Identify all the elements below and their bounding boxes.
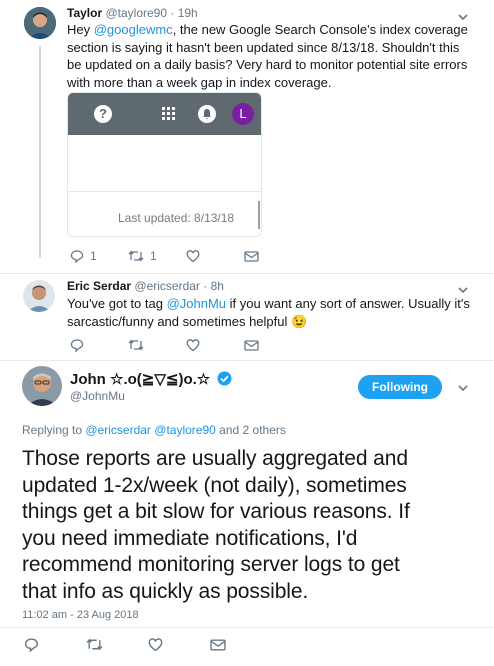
mention-link[interactable]: @ericserdar — [85, 423, 151, 437]
following-button[interactable]: Following — [358, 375, 442, 399]
tweet-timestamp[interactable]: 11:02 am - 23 Aug 2018 — [22, 609, 139, 621]
wink-emoji: 😉 — [291, 313, 308, 329]
reply-icon — [24, 638, 39, 652]
retweet-icon — [128, 339, 144, 351]
apps-grid-icon — [162, 107, 176, 121]
account-avatar: L — [232, 103, 254, 125]
text-line: Those reports are usually aggregated and — [22, 447, 408, 470]
avatar-john[interactable] — [22, 366, 62, 406]
replying-to: Replying to @ericserdar @taylore90 and 2… — [22, 423, 286, 437]
main-author-row: John ☆.o(≧▽≦)o.☆ — [70, 370, 232, 389]
retweet-icon — [128, 250, 144, 262]
like-button[interactable] — [186, 249, 244, 263]
tweet2-actions — [70, 338, 302, 352]
reply-button[interactable] — [24, 637, 86, 652]
author-handle[interactable]: @ericserdar — [134, 279, 200, 293]
console-toolbar: ? L — [68, 93, 261, 135]
message-icon — [210, 639, 226, 650]
reply-icon — [70, 250, 84, 263]
author-name[interactable]: Taylor — [67, 6, 102, 20]
mention-link[interactable]: @googlewmc — [94, 22, 173, 37]
text-line: you need immediate notifications, I'd — [22, 526, 358, 550]
reply-icon — [70, 339, 84, 352]
like-icon — [148, 638, 163, 652]
thread-line — [39, 46, 41, 258]
divider — [0, 273, 494, 274]
divider — [0, 627, 494, 628]
bell-icon — [198, 105, 216, 123]
text-line: recommend monitoring server logs to get — [22, 553, 400, 576]
scrollbar — [258, 201, 260, 229]
mention-link[interactable]: @JohnMu — [167, 296, 226, 311]
chevron-down-icon[interactable] — [456, 381, 470, 395]
avatar-taylor[interactable] — [24, 7, 56, 39]
like-button[interactable] — [186, 338, 244, 352]
verified-icon — [217, 371, 232, 386]
author-handle[interactable]: @JohnMu — [70, 389, 125, 403]
author-handle[interactable]: @taylore90 — [105, 6, 167, 20]
main-tweet-text: Those reports are usually aggregated and… — [22, 446, 490, 605]
message-button[interactable] — [244, 250, 302, 263]
last-updated-text: Last updated: 8/13/18 — [118, 211, 235, 225]
divider — [0, 360, 494, 361]
like-icon — [186, 339, 200, 352]
author-name[interactable]: Eric Serdar — [67, 279, 131, 293]
like-button[interactable] — [148, 637, 210, 652]
tweet-time[interactable]: 19h — [178, 6, 198, 20]
retweet-count: 1 — [150, 249, 157, 263]
tweet-time[interactable]: 8h — [211, 279, 224, 293]
retweet-icon — [86, 638, 103, 651]
author-name[interactable]: John ☆.o(≧▽≦)o.☆ — [70, 371, 210, 388]
message-icon — [244, 250, 259, 262]
message-button[interactable] — [210, 638, 272, 652]
like-icon — [186, 250, 200, 263]
tweet1-header: Taylor @taylore90 · 19h — [67, 6, 198, 20]
console-divider — [68, 191, 261, 192]
reply-count: 1 — [90, 249, 97, 263]
avatar-eric[interactable] — [23, 280, 55, 312]
message-button[interactable] — [244, 339, 302, 352]
tweet1-text: Hey @googlewmc, the new Google Search Co… — [67, 22, 468, 90]
retweet-button[interactable]: 1 — [128, 249, 186, 263]
help-icon: ? — [94, 105, 112, 123]
main-tweet-actions — [24, 637, 272, 652]
tweet2-header: Eric Serdar @ericserdar · 8h — [67, 279, 224, 293]
text-line: that info as quickly as possible. — [22, 579, 309, 603]
tweet2-text: You've got to tag @JohnMu if you want an… — [67, 296, 470, 329]
reply-button[interactable]: 1 — [70, 249, 128, 263]
retweet-button[interactable] — [128, 338, 186, 352]
message-icon — [244, 339, 259, 351]
attached-image[interactable]: ? L Last updated: 8/13/18 — [67, 92, 262, 237]
retweet-button[interactable] — [86, 637, 148, 652]
text-line: updated 1-2x/week (not daily), sometimes — [22, 473, 407, 497]
tweet1-actions: 1 1 — [70, 249, 302, 263]
reply-button[interactable] — [70, 338, 128, 352]
text-line: things get a bit slow for various reason… — [22, 500, 410, 523]
mention-link[interactable]: @taylore90 — [154, 423, 216, 437]
